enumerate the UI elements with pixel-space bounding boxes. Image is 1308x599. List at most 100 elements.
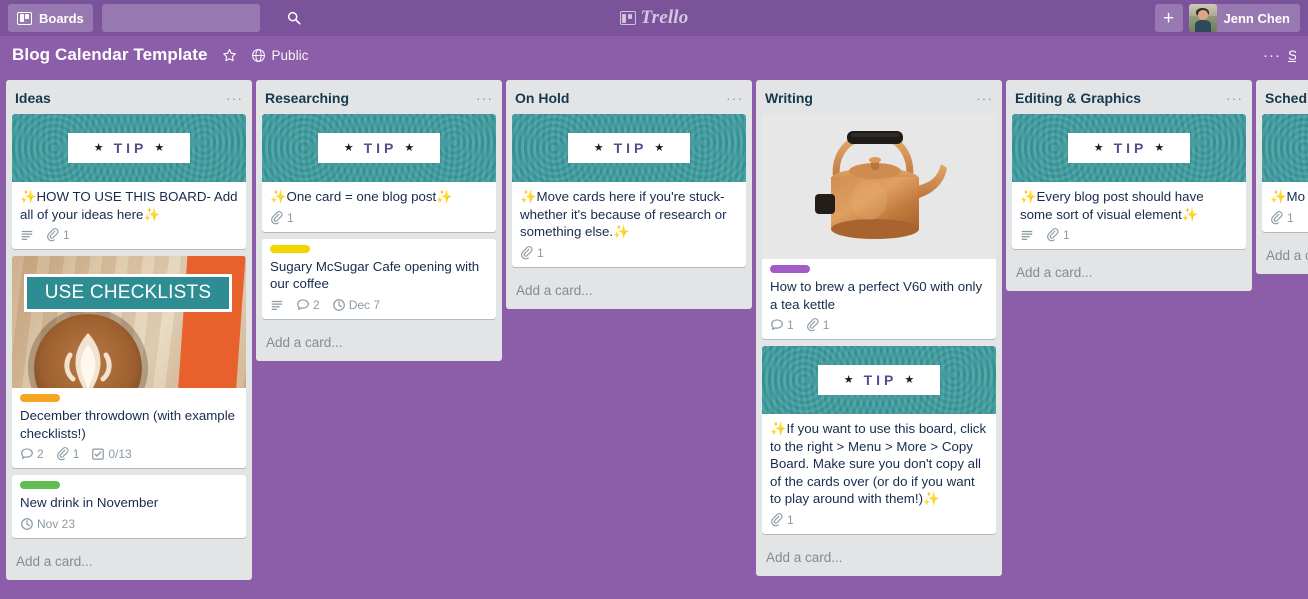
member-menu[interactable]: Jenn Chen (1188, 4, 1300, 32)
star-outline-icon[interactable] (222, 48, 237, 63)
card-badge-value: 2 (313, 297, 320, 312)
comment-icon (297, 298, 309, 310)
card[interactable]: ★ TIP ★ ✨Every blog post should have some s… (1012, 114, 1246, 249)
attachment-icon (806, 318, 819, 332)
card-label[interactable] (20, 481, 60, 489)
star-icon: ★ (343, 141, 354, 154)
show-menu-link[interactable]: Show Menu (1288, 48, 1296, 63)
card-cover-tip: ★TIP★ (1262, 114, 1308, 182)
card-badge-value: 1 (72, 447, 80, 461)
clock-icon (332, 298, 345, 311)
card-title: ✨If you want to use this board, click to… (770, 421, 987, 506)
card-list: ★ TIP ★ ✨Every blog post should have some s… (1006, 114, 1252, 256)
card-body: ✨If you want to use this board, click to… (762, 414, 996, 534)
search-icon[interactable] (287, 11, 301, 25)
card-title: December throwdown (with example checkli… (20, 408, 236, 441)
search-input[interactable] (110, 4, 287, 32)
add-card-button[interactable]: Add a card... (256, 326, 502, 361)
star-icon: ★ (404, 141, 415, 154)
card-cover-tip: ★TIP★ (12, 114, 246, 182)
card-badge: 2 (20, 447, 44, 461)
add-card-button[interactable]: Add a card... (506, 274, 752, 309)
add-card-button[interactable]: Add a card... (6, 545, 252, 580)
card[interactable]: ★ TIP ★ ✨HOW TO USE THIS BOARD- Add all of … (12, 114, 246, 249)
card-title: ✨One card = one blog post✨ (270, 189, 453, 204)
card-cover-checklist-photo: USE CHECKLISTS (12, 256, 246, 388)
card-body: Sugary McSugar Cafe opening with our cof… (262, 239, 496, 319)
tip-label: TIP (1113, 140, 1148, 156)
card-badge-value: Dec 7 (348, 297, 381, 312)
list-title[interactable]: Sched (1265, 90, 1308, 106)
list-actions-button[interactable]: ··· (976, 91, 993, 105)
card-body: ✨Mo ✨ 1 (1262, 182, 1308, 232)
add-card-button[interactable]: Add a card... (1256, 239, 1308, 274)
avatar[interactable] (1188, 4, 1217, 32)
card[interactable]: New drink in November Nov 23 (12, 475, 246, 538)
card-title: ✨Every blog post should have some sort o… (1020, 189, 1204, 222)
card-cover-tip: ★TIP★ (512, 114, 746, 182)
latte-art (64, 332, 112, 388)
boards-button[interactable]: Boards (8, 4, 93, 32)
card-badges: Nov 23 (20, 517, 238, 534)
comment-icon (771, 319, 783, 330)
card-body: ✨One card = one blog post✨ 1 (262, 182, 496, 232)
list-actions-button[interactable]: ··· (476, 91, 493, 105)
card[interactable]: How to brew a perfect V60 with only a te… (762, 114, 996, 339)
list-title[interactable]: Researching (265, 90, 476, 106)
card-badges: 11 (770, 318, 988, 335)
board-options-button[interactable]: ··· (1263, 47, 1281, 64)
list-column: Researching ··· ★ TIP ★ ✨One card = one blog … (256, 80, 502, 361)
list-title[interactable]: Ideas (15, 90, 226, 106)
tip-banner: ★ TIP ★ (817, 365, 941, 395)
card[interactable]: ★ TIP ★ ✨If you want to use this board, cli… (762, 346, 996, 534)
tip-label: TIP (113, 140, 148, 156)
card-badge (1020, 228, 1034, 242)
page-title[interactable]: Blog Calendar Template (12, 45, 208, 65)
list-actions-button[interactable]: ··· (226, 91, 243, 105)
list-title[interactable]: On Hold (515, 90, 726, 106)
card[interactable]: Sugary McSugar Cafe opening with our cof… (262, 238, 496, 319)
card-cover-tip: ★TIP★ (1012, 114, 1246, 182)
board-icon (619, 11, 636, 25)
card-label[interactable] (270, 244, 310, 253)
card-badge: Nov 23 (20, 517, 75, 531)
card-label[interactable] (20, 394, 60, 402)
card-badge-value: Nov 23 (37, 516, 76, 531)
card-cover-kettle-photo (762, 114, 996, 259)
card[interactable]: ★ TIP ★ ✨One card = one blog post✨ 1 (262, 114, 496, 232)
list-column: Writing ··· How to brew a perfect V60 wit… (756, 80, 1002, 576)
clock-icon (21, 517, 33, 530)
list-column: Editing & Graphics ··· ★ TIP ★ ✨Every blog po… (1006, 80, 1252, 291)
card-badge-value: 1 (822, 318, 830, 332)
card-badge: 1 (1046, 228, 1070, 242)
card-badge-value: 1 (1063, 228, 1070, 242)
card-badges: 2 Dec 7 (270, 298, 488, 315)
card-cover-tip: ★TIP★ (762, 346, 996, 414)
star-board-button[interactable] (222, 48, 237, 63)
card-title: How to brew a perfect V60 with only a te… (770, 279, 983, 312)
add-button[interactable]: + (1154, 4, 1183, 32)
list-actions-button[interactable]: ··· (1226, 91, 1243, 105)
add-card-button[interactable]: Add a card... (756, 541, 1002, 576)
list-header: Sched··· (1256, 80, 1308, 114)
add-card-button[interactable]: Add a card... (1006, 256, 1252, 291)
card-title: ✨HOW TO USE THIS BOARD- Add all of your … (20, 189, 238, 222)
board-menu-group: ··· Show Menu (1263, 47, 1296, 64)
list-column: On Hold ··· ★ TIP ★ ✨Move cards here if you'r… (506, 80, 752, 309)
star-icon: ★ (843, 373, 854, 386)
list-title[interactable]: Writing (765, 90, 976, 106)
card[interactable]: ★TIP★ ✨Mo ✨ 1 (1262, 114, 1308, 232)
card[interactable]: ★ TIP ★ ✨Move cards here if you're stuck- w… (512, 114, 746, 267)
card-title: Sugary McSugar Cafe opening with our cof… (270, 258, 480, 292)
cover-banner: USE CHECKLISTS (24, 274, 232, 312)
card-label[interactable] (770, 265, 810, 273)
search-box[interactable] (101, 4, 301, 32)
card-list: ★ TIP ★ ✨Move cards here if you're stuck- w… (506, 114, 752, 274)
tip-label: TIP (613, 140, 648, 156)
board-visibility-button[interactable]: Public (251, 48, 308, 63)
list-title[interactable]: Editing & Graphics (1015, 90, 1226, 106)
card[interactable]: USE CHECKLISTS December throwdown (with … (12, 256, 246, 468)
card-badge: 2 (296, 298, 320, 312)
list-actions-button[interactable]: ··· (726, 91, 743, 105)
list-header: Writing ··· (756, 80, 1002, 114)
